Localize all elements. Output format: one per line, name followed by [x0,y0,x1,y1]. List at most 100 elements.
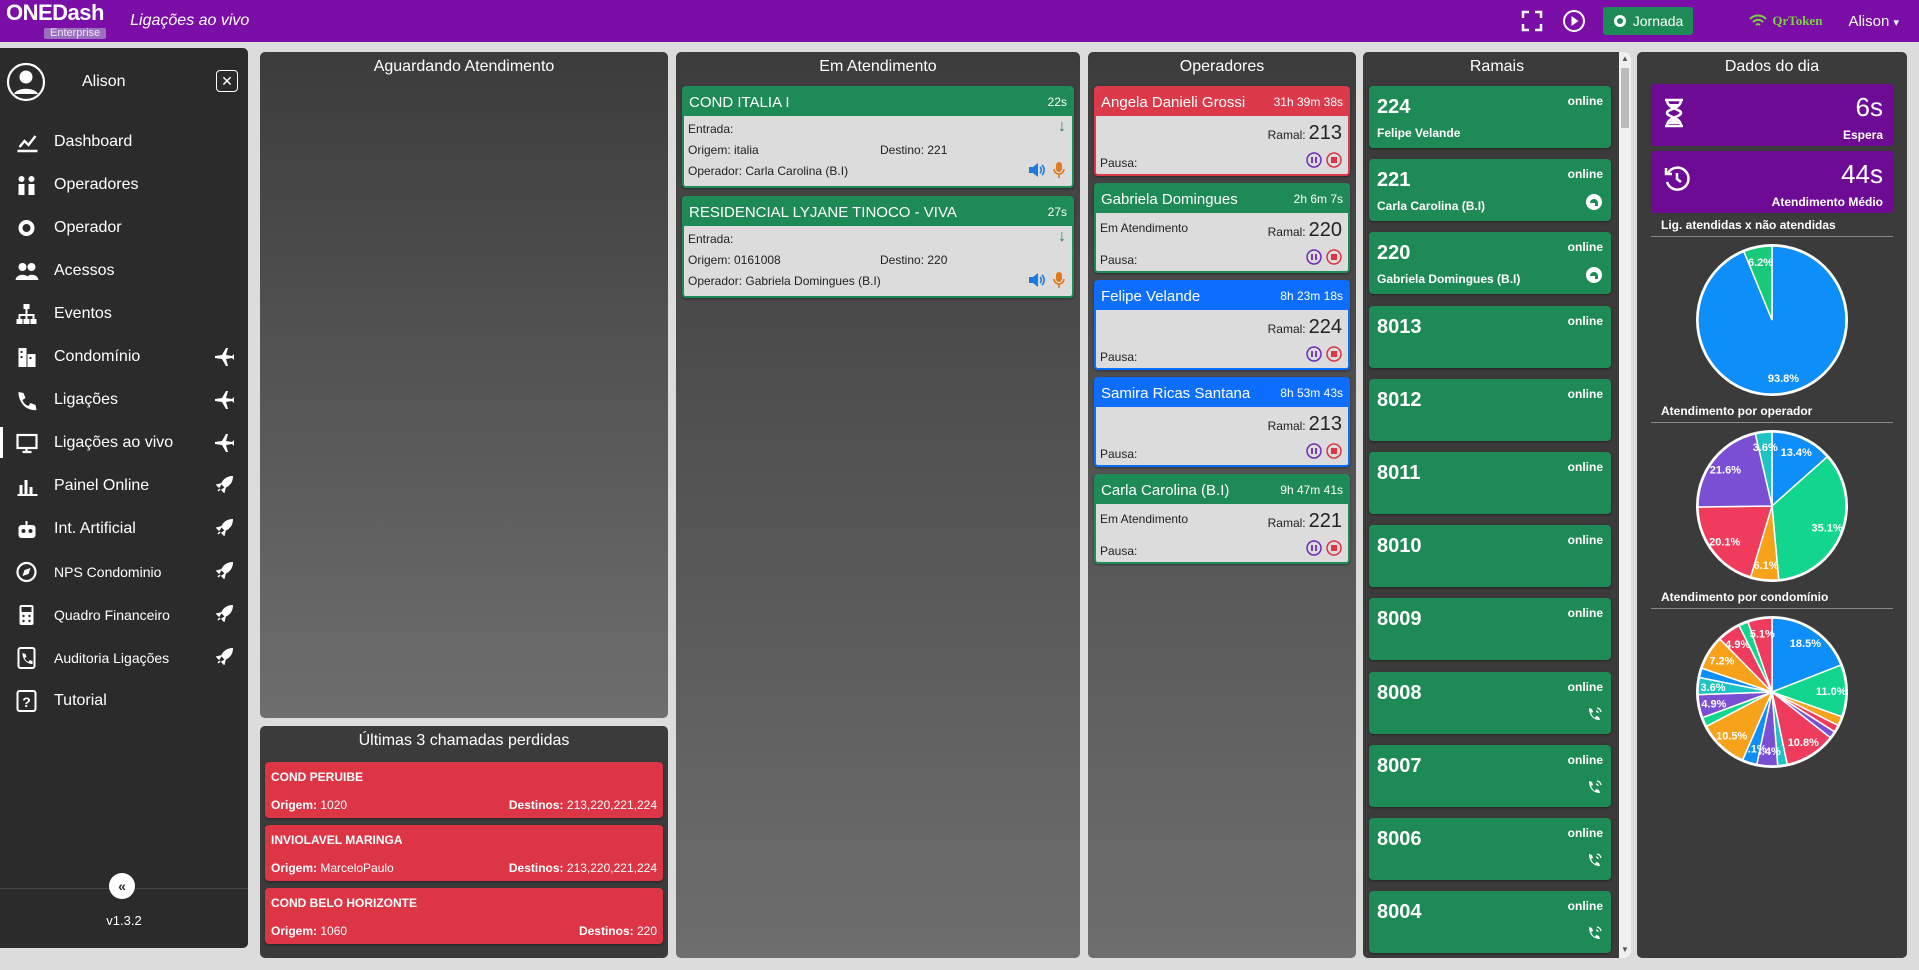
scrollbar-thumb[interactable] [1621,68,1629,128]
pause-icon[interactable] [1306,443,1322,459]
ramal-card[interactable]: 8006 online [1369,818,1611,880]
ramal-card[interactable]: 221 online Carla Carolina (B.I) [1369,159,1611,222]
stop-icon[interactable] [1326,152,1342,168]
stop-icon[interactable] [1326,540,1342,556]
ramal-status: online [1567,679,1603,694]
sidebar-item-dashboard[interactable]: Dashboard [0,120,248,163]
missed-call-card[interactable]: INVIOLAVEL MARINGA Origem: MarceloPaulo De… [265,825,663,881]
sidebar-item-label: Quadro Financeiro [54,606,170,623]
pie-label: 4.9% [1701,698,1726,710]
sidebar-item-condom-nio[interactable]: Condomínio [0,335,248,378]
ramal-label: Ramal: [1267,128,1306,142]
ramais-scrollbar[interactable]: ▲ ▼ [1619,52,1631,958]
aguardando-title: Aguardando Atendimento [373,58,555,75]
ramal-card[interactable]: 220 online Gabriela Domingues (B.I) [1369,232,1611,295]
pie-label: 7.2% [1709,656,1734,668]
stop-icon[interactable] [1326,346,1342,362]
atendimento-medio-stat: 44s Atendimento Médio [1651,151,1893,213]
ramal-card[interactable]: 8009 online [1369,598,1611,661]
ramal-card[interactable]: 8012 online [1369,378,1611,441]
microphone-icon[interactable] [1052,271,1066,289]
jornada-button[interactable]: Jornada [1602,7,1694,35]
ramal-card[interactable]: 8008 online [1369,671,1611,734]
sidebar-item-label: Int. Artificial [54,519,136,537]
scroll-up-icon[interactable]: ▲ [1621,54,1629,63]
ramal-card[interactable]: 8010 online [1369,525,1611,588]
ramal-card[interactable]: 8011 online [1369,452,1611,514]
fullscreen-icon[interactable] [1519,8,1545,34]
sidebar-item-operadores[interactable]: Operadores [0,163,248,206]
ramal-number: 221 [1377,169,1411,192]
scroll-down-icon[interactable]: ▼ [1621,945,1629,954]
ramal-card[interactable]: 8004 online [1369,891,1611,954]
ramal-status: online [1567,94,1603,108]
operator-ramal: 224 [1308,316,1342,338]
plane-icon [214,346,235,371]
dados-dia-title: Dados do dia [1724,58,1820,75]
ramal-status: online [1567,386,1603,401]
operator-time: 8h 53m 43s [1280,386,1343,400]
pause-icon[interactable] [1306,249,1322,265]
sidebar-item-tutorial[interactable]: ? Tutorial [0,679,248,722]
sidebar-item-label: Operador [54,218,122,236]
operator-status: Em Atendimento [1100,221,1189,235]
call-origem: Origem: italia [688,143,759,157]
qrtoken-button[interactable]: QrToken [1749,13,1822,29]
stop-icon[interactable] [1326,249,1342,265]
microphone-icon[interactable] [1052,161,1066,179]
sidebar-item-quadro-financeiro[interactable]: Quadro Financeiro [0,593,248,636]
ramal-card[interactable]: 8007 online [1369,744,1611,807]
speaker-icon[interactable] [1028,272,1046,288]
sidebar-item-painel-online[interactable]: Painel Online [0,464,248,507]
pause-icon[interactable] [1306,346,1322,362]
bar-chart-icon [0,475,54,497]
app-logo[interactable]: ONEDash Enterprise [6,2,107,40]
play-icon[interactable] [1561,8,1587,34]
qrtoken-label: QrToken [1772,13,1823,28]
hourglass-icon [1665,98,1683,128]
missed-calls-panel: Últimas 3 chamadas perdidas COND PERUIBE… [260,726,668,958]
operator-card[interactable]: Angela Danieli Grossi 31h 39m 38s Ramal: 21… [1094,86,1350,176]
destinos-value: 220 [636,924,657,938]
call-card[interactable]: RESIDENCIAL LYJANE TINOCO - VIVA 27s Entra… [682,196,1074,298]
operator-card[interactable]: Samira Ricas Santana 8h 53m 43s Ramal: 213 P… [1094,377,1350,467]
pie-label: 93.8% [1768,373,1799,385]
operator-name: Samira Ricas Santana [1101,384,1251,402]
sidebar-item-nps-condominio[interactable]: NPS Condominio [0,550,248,593]
espera-value: 6s [1855,92,1883,122]
sidebar-item-auditoria-liga-es[interactable]: Auditoria Ligações [0,636,248,679]
sidebar-item-eventos[interactable]: Eventos [0,292,248,335]
user-avatar-icon [6,62,46,102]
close-icon[interactable]: ✕ [216,70,238,92]
sidebar-item-acessos[interactable]: Acessos [0,249,248,292]
pause-icon[interactable] [1306,152,1322,168]
sidebar-item-liga-es-ao-vivo[interactable]: Ligações ao vivo [0,421,248,464]
origem-label: Origem: [271,924,318,938]
user-menu[interactable]: Alison ▾ [1848,13,1899,30]
collapse-sidebar-icon[interactable]: « [109,873,135,899]
call-card[interactable]: COND ITALIA I 22s Entrada: ↓ Origem: italia D… [682,86,1074,188]
missed-call-card[interactable]: COND PERUIBE Origem: 1020 Destinos: 213,22… [265,762,663,818]
robot-icon [0,518,54,540]
ramal-number: 8013 [1377,315,1422,338]
ramal-number: 8012 [1377,388,1422,411]
headset-icon [1585,266,1603,289]
speaker-icon[interactable] [1028,162,1046,178]
aguardando-panel: Aguardando Atendimento [260,52,668,718]
operator-card[interactable]: Gabriela Domingues 2h 6m 7s Em Atendimento… [1094,183,1350,273]
operator-card[interactable]: Carla Carolina (B.I) 9h 47m 41s Em Atendim… [1094,474,1350,564]
ramal-status: online [1567,240,1603,255]
missed-call-card[interactable]: COND BELO HORIZONTE Origem: 1060 Destinos:… [265,888,663,944]
chevron-down-icon: ▾ [1893,16,1899,29]
stop-icon[interactable] [1326,443,1342,459]
pause-icon[interactable] [1306,540,1322,556]
sidebar-item-operador[interactable]: Operador [0,206,248,249]
sidebar-item-int-artificial[interactable]: Int. Artificial [0,507,248,550]
operator-card[interactable]: Felipe Velande 8h 23m 18s Ramal: 224 Pausa: [1094,280,1350,370]
media-label: Atendimento Médio [1771,195,1883,209]
ramal-card[interactable]: 224 online Felipe Velande [1369,86,1611,148]
ramal-status: online [1567,899,1603,914]
ramal-card[interactable]: 8013 online [1369,305,1611,368]
sidebar-item-liga-es[interactable]: Ligações [0,378,248,421]
sidebar-item-label: Ligações ao vivo [54,433,174,451]
